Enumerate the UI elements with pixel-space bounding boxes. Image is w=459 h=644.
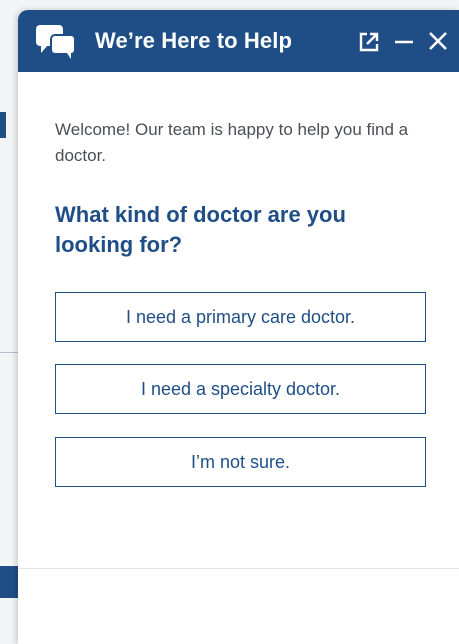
background-page-text-fragment (0, 112, 6, 138)
chat-widget: We’re Here to Help Welcome! Our team is … (18, 10, 459, 644)
not-sure-option-button[interactable]: I’m not sure. (55, 437, 426, 487)
welcome-message: Welcome! Our team is happy to help you f… (55, 120, 409, 165)
close-icon[interactable] (427, 30, 449, 52)
chat-header: We’re Here to Help (18, 10, 459, 72)
minimize-icon[interactable] (393, 31, 415, 53)
background-page-divider (0, 352, 18, 353)
chat-footer (18, 569, 459, 644)
chat-content: Welcome! Our team is happy to help you f… (18, 72, 459, 572)
specialty-option-button[interactable]: I need a specialty doctor. (55, 364, 426, 414)
question-heading: What kind of doctor are you looking for? (55, 202, 346, 257)
background-page-block (0, 566, 18, 598)
chat-bubbles-icon (36, 25, 76, 59)
popout-icon[interactable] (358, 31, 380, 53)
chat-title: We’re Here to Help (95, 28, 293, 53)
primary-care-option-button[interactable]: I need a primary care doctor. (55, 292, 426, 342)
